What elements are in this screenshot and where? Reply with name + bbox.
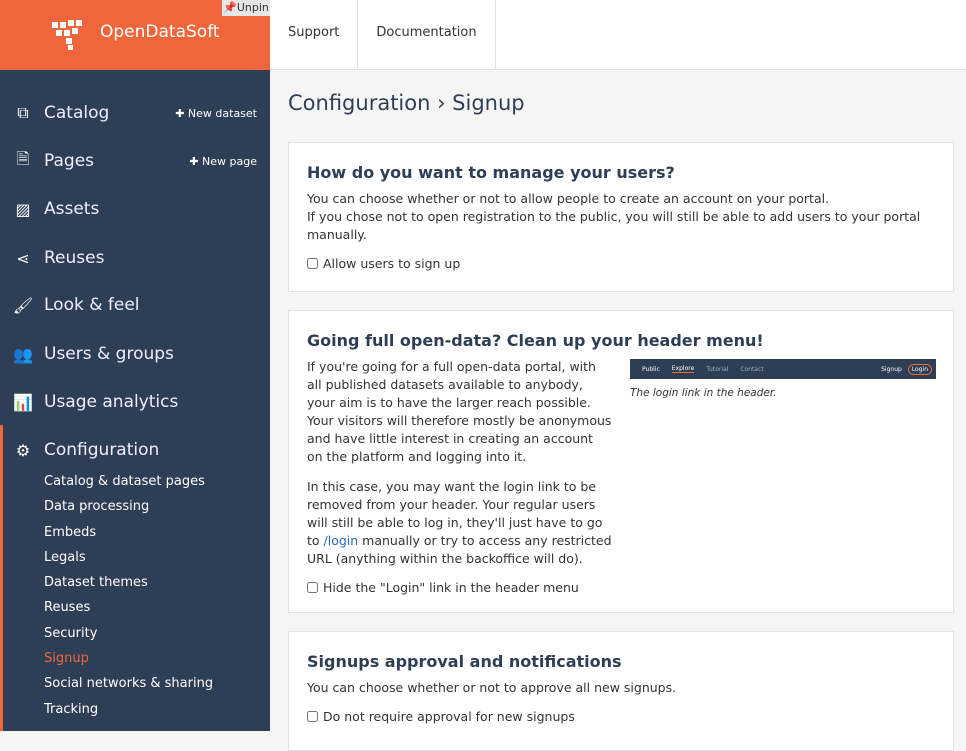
unpin-button[interactable]: 📌Unpin: [222, 0, 270, 16]
card-text: If you chose not to open registration to…: [307, 209, 921, 242]
page-title: Configuration › Signup: [288, 91, 525, 115]
sidebar: ⧉ Catalog ✚ New dataset 🗎 Pages ✚ New page ▨…: [0, 70, 270, 731]
screenshot-caption: The login link in the header.: [630, 387, 777, 399]
sub-embeds[interactable]: Embeds: [44, 525, 96, 540]
sidebar-item-assets[interactable]: ▨ Assets: [0, 185, 270, 233]
share-icon: ⋖: [16, 248, 30, 268]
sub-social-networks[interactable]: Social networks & sharing: [44, 676, 213, 691]
header-menu-card: Going full open-data? Clean up your head…: [288, 310, 954, 613]
opendatasoft-logo-icon: [52, 20, 82, 50]
pin-icon: 📌: [223, 1, 237, 14]
card-text: If you're going for a full open-data por…: [307, 359, 612, 464]
new-dataset-button[interactable]: ✚ New dataset: [175, 107, 257, 120]
documentation-link[interactable]: Documentation: [358, 0, 496, 69]
brand-name: OpenDataSoft: [100, 22, 220, 42]
sub-dataset-themes[interactable]: Dataset themes: [44, 575, 148, 590]
users-icon: 👥: [13, 344, 33, 364]
sub-catalog-dataset-pages[interactable]: Catalog & dataset pages: [44, 474, 205, 489]
sub-data-processing[interactable]: Data processing: [44, 499, 149, 514]
allow-signup-checkbox[interactable]: Allow users to sign up: [307, 256, 935, 271]
sidebar-item-reuses[interactable]: ⋖ Reuses: [0, 234, 270, 282]
sub-security[interactable]: Security: [44, 626, 97, 641]
sub-signup[interactable]: Signup: [44, 651, 89, 666]
new-page-button[interactable]: ✚ New page: [189, 155, 257, 168]
no-approval-checkbox[interactable]: Do not require approval for new signups: [307, 709, 935, 724]
sidebar-item-usage-analytics[interactable]: 📊 Usage analytics: [0, 378, 270, 426]
manage-users-card: How do you want to manage your users? Yo…: [288, 142, 954, 292]
sidebar-item-catalog[interactable]: ⧉ Catalog ✚ New dataset: [0, 89, 270, 137]
gears-icon: ⚙: [15, 440, 31, 460]
card-text: You can choose whether or not to approve…: [307, 680, 677, 695]
sidebar-item-users-groups[interactable]: 👥 Users & groups: [0, 330, 270, 378]
sidebar-item-pages[interactable]: 🗎 Pages ✚ New page: [0, 137, 270, 185]
top-nav: Support Documentation: [270, 0, 966, 70]
sidebar-item-look-feel[interactable]: 🖌 Look & feel: [0, 281, 270, 329]
image-icon: ▨: [15, 199, 31, 219]
page-icon: 🗎: [16, 148, 30, 168]
sub-tracking[interactable]: Tracking: [44, 702, 98, 717]
header-screenshot: Public Explore Tutorial Contact Signup L…: [630, 359, 936, 379]
sub-legals[interactable]: Legals: [44, 550, 86, 565]
card-title: Signups approval and notifications: [307, 652, 622, 671]
logo[interactable]: OpenDataSoft 📌Unpin: [0, 0, 270, 70]
signup-approval-card: Signups approval and notifications You c…: [288, 631, 954, 751]
sub-reuses[interactable]: Reuses: [44, 600, 90, 615]
main-content: Configuration › Signup How do you want t…: [270, 71, 966, 751]
hide-login-checkbox[interactable]: Hide the "Login" link in the header menu: [307, 580, 935, 595]
brush-icon: 🖌: [12, 295, 34, 315]
card-title: Going full open-data? Clean up your head…: [307, 331, 764, 350]
catalog-icon: ⧉: [17, 103, 29, 122]
support-link[interactable]: Support: [270, 0, 359, 69]
chart-icon: 📊: [13, 392, 33, 412]
login-link[interactable]: /login: [324, 533, 359, 548]
card-text: In this case, you may want the login lin…: [307, 479, 612, 566]
card-text: You can choose whether or not to allow p…: [307, 191, 830, 206]
card-title: How do you want to manage your users?: [307, 163, 675, 182]
sidebar-item-configuration[interactable]: ⚙ Configuration: [0, 426, 270, 474]
